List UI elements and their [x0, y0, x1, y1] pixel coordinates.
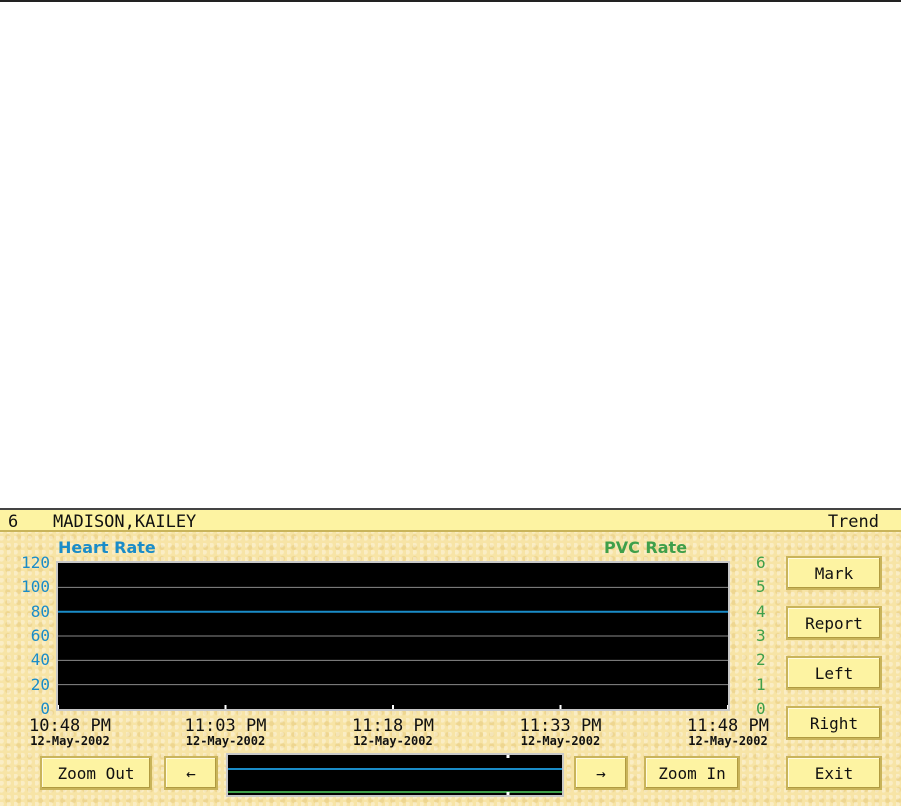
screen-mode: Trend	[827, 512, 879, 532]
bed-number: 6	[8, 512, 19, 532]
x-tick-time: 11:18 PM	[352, 716, 434, 736]
x-tick-time: 11:03 PM	[184, 716, 267, 736]
x-tick-time: 10:48 PM	[29, 716, 111, 736]
x-tick-label: 10:48 PM 12-May-2002	[0, 717, 140, 748]
y-left-tick: 40	[30, 650, 50, 670]
left-button[interactable]: Left	[786, 656, 882, 690]
trend-plot-svg	[58, 586, 728, 709]
trend-plot[interactable]	[56, 561, 730, 711]
y-right-tick: 1	[756, 674, 766, 694]
x-tick-date: 12-May-2002	[353, 734, 433, 748]
trend-panel: 6 MADISON,KAILEY Trend Heart Rate PVC Ra…	[0, 508, 901, 806]
heart-rate-label: Heart Rate	[58, 538, 156, 557]
top-border	[0, 0, 901, 2]
x-tick-label: 11:03 PM 12-May-2002	[156, 717, 296, 748]
overview-scroller[interactable]	[226, 753, 564, 797]
y-right-tick: 0	[756, 699, 766, 718]
y-right-tick: 2	[756, 650, 766, 670]
x-tick-label: 11:33 PM 12-May-2002	[491, 717, 631, 748]
mark-button[interactable]: Mark	[786, 556, 882, 590]
title-bar: 6 MADISON,KAILEY Trend	[0, 508, 901, 532]
x-tick-time: 11:33 PM	[519, 716, 602, 736]
pvc-rate-label: PVC Rate	[604, 538, 688, 557]
y-right-tick: 4	[756, 601, 766, 621]
x-tick-date: 12-May-2002	[688, 734, 768, 748]
zoom-in-button[interactable]: Zoom In	[644, 756, 740, 790]
x-tick-date: 12-May-2002	[185, 734, 266, 748]
y-right-tick: 3	[756, 626, 766, 645]
exit-button[interactable]: Exit	[786, 756, 882, 790]
x-tick-label: 11:48 PM 12-May-2002	[658, 717, 798, 748]
x-tick-date: 12-May-2002	[520, 734, 601, 748]
overview-svg	[228, 755, 562, 795]
x-tick-label: 11:18 PM 12-May-2002	[323, 717, 463, 748]
report-button[interactable]: Report	[786, 606, 882, 640]
y-left-tick: 120	[21, 553, 50, 572]
right-button[interactable]: Right	[786, 706, 882, 740]
x-tick-date: 12-May-2002	[30, 734, 110, 748]
patient-name: MADISON,KAILEY	[53, 512, 197, 532]
scroll-right-button[interactable]: →	[574, 756, 628, 790]
y-left-tick: 0	[40, 699, 50, 718]
y-right-tick: 5	[756, 577, 766, 597]
scroll-left-button[interactable]: ←	[164, 756, 218, 790]
x-tick-time: 11:48 PM	[687, 716, 769, 736]
zoom-out-button[interactable]: Zoom Out	[40, 756, 152, 790]
y-left-tick: 100	[21, 577, 50, 597]
y-left-tick: 80	[30, 601, 50, 621]
y-left-tick: 60	[30, 626, 50, 645]
y-right-tick: 6	[756, 553, 766, 572]
y-left-tick: 20	[30, 674, 50, 694]
